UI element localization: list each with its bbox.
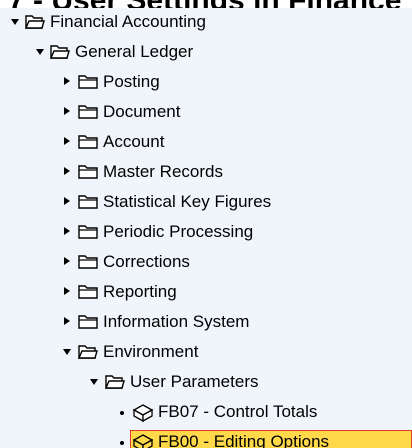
tree-node-reporting[interactable]: Reporting <box>0 278 412 308</box>
tree-node-label: Statistical Key Figures <box>103 192 272 211</box>
bullet-icon <box>120 441 124 445</box>
tree-node-label: Master Records <box>103 162 223 181</box>
tree-node-label: Corrections <box>103 252 190 271</box>
folder-icon <box>78 73 98 90</box>
chevron-down-icon[interactable] <box>63 349 71 355</box>
tree-node-label: FB07 - Control Totals <box>158 402 318 421</box>
folder-icon <box>78 193 98 210</box>
tree-node-label: Posting <box>103 72 160 91</box>
folder-icon <box>78 133 98 150</box>
folder-icon <box>78 103 98 120</box>
tree-node-environment[interactable]: Environment <box>0 338 412 368</box>
chevron-right-icon[interactable] <box>64 287 70 295</box>
tree-node-label: Document <box>103 102 181 121</box>
tree-node-periodic-processing[interactable]: Periodic Processing <box>0 218 412 248</box>
folder-icon <box>78 163 98 180</box>
chevron-right-icon[interactable] <box>64 107 70 115</box>
bullet-icon <box>120 411 124 415</box>
folder-icon <box>78 313 98 330</box>
tree-node-label: Environment <box>103 342 199 361</box>
chevron-down-icon[interactable] <box>11 19 19 25</box>
tree-node-fb00[interactable]: FB00 - Editing Options <box>0 428 412 448</box>
chevron-down-icon[interactable] <box>90 379 98 385</box>
tree-node-label: Financial Accounting <box>50 12 206 31</box>
tree-node-information-system[interactable]: Information System <box>0 308 412 338</box>
transaction-cube-icon <box>132 433 154 448</box>
transaction-cube-icon <box>132 403 154 423</box>
tree-node-financial-accounting[interactable]: Financial Accounting <box>0 8 412 38</box>
tree-node-posting[interactable]: Posting <box>0 68 412 98</box>
chevron-right-icon[interactable] <box>64 167 70 175</box>
chevron-right-icon[interactable] <box>64 317 70 325</box>
chevron-down-icon[interactable] <box>36 49 44 55</box>
tree-node-label: FB00 - Editing Options <box>158 432 330 448</box>
folder-open-icon <box>105 373 125 390</box>
tree-node-label: General Ledger <box>75 42 194 61</box>
folder-open-icon <box>50 43 70 60</box>
chevron-right-icon[interactable] <box>64 257 70 265</box>
chevron-right-icon[interactable] <box>64 77 70 85</box>
tree-node-corrections[interactable]: Corrections <box>0 248 412 278</box>
chevron-right-icon[interactable] <box>64 197 70 205</box>
tree-node-label: User Parameters <box>130 372 259 391</box>
tree-node-master-records[interactable]: Master Records <box>0 158 412 188</box>
menu-tree: Financial Accounting General Ledger Post… <box>0 8 412 448</box>
tree-node-label: Periodic Processing <box>103 222 254 241</box>
chevron-right-icon[interactable] <box>64 227 70 235</box>
folder-icon <box>78 253 98 270</box>
sap-menu-screenshot: { "heading": "7 - User Settings in Finan… <box>0 0 412 448</box>
tree-node-general-ledger[interactable]: General Ledger <box>0 38 412 68</box>
tree-node-fb07[interactable]: FB07 - Control Totals <box>0 398 412 428</box>
tree-node-document[interactable]: Document <box>0 98 412 128</box>
tree-node-account[interactable]: Account <box>0 128 412 158</box>
tree-node-label: Information System <box>103 312 250 331</box>
folder-open-icon <box>25 13 45 30</box>
tree-node-label: Account <box>103 132 165 151</box>
tree-node-user-parameters[interactable]: User Parameters <box>0 368 412 398</box>
folder-icon <box>78 223 98 240</box>
folder-icon <box>78 283 98 300</box>
tree-node-statistical-key-figures[interactable]: Statistical Key Figures <box>0 188 412 218</box>
tree-node-label: Reporting <box>103 282 177 301</box>
chevron-right-icon[interactable] <box>64 137 70 145</box>
folder-open-icon <box>78 343 98 360</box>
